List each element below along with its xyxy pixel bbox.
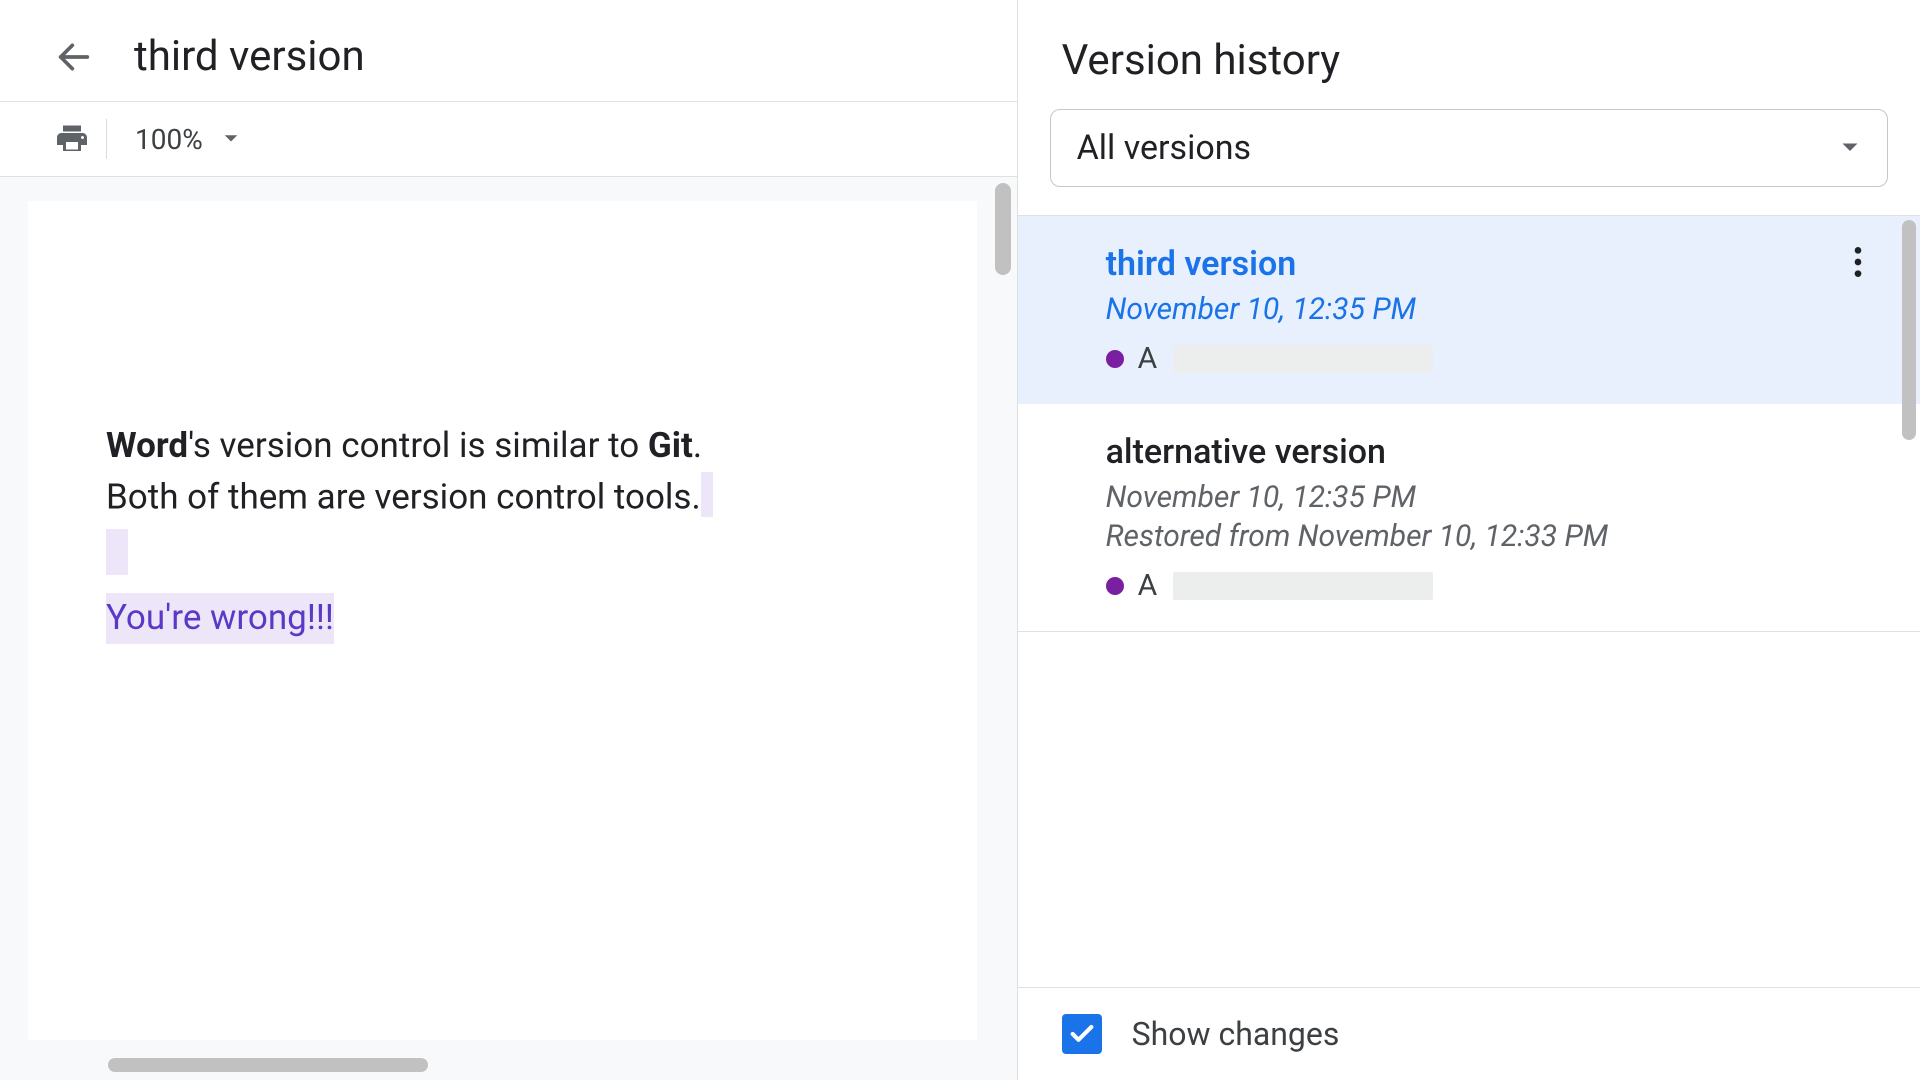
- toolbar-separator: [106, 119, 107, 159]
- version-name: third version: [1106, 244, 1876, 284]
- more-vert-icon: [1854, 247, 1862, 277]
- panel-scrollbar[interactable]: [1902, 220, 1916, 440]
- doc-header: third version: [0, 0, 1017, 101]
- bold-word-2: Git: [648, 425, 693, 466]
- arrow-left-icon: [54, 37, 94, 77]
- added-text: You're wrong!!!: [106, 593, 334, 644]
- document-page[interactable]: Word's version control is similar to Git…: [28, 201, 977, 1040]
- back-button[interactable]: [50, 33, 98, 81]
- selection-line-marker: [106, 529, 128, 575]
- version-name: alternative version: [1106, 432, 1876, 472]
- show-changes-label: Show changes: [1132, 1015, 1340, 1053]
- list-divider: [1018, 631, 1920, 632]
- panel-title: Version history: [1062, 36, 1880, 85]
- author-initial: A: [1138, 341, 1158, 376]
- document-pane: third version 100% Word's version contro…: [0, 0, 1018, 1080]
- version-list: third version November 10, 12:35 PM A al…: [1018, 216, 1920, 987]
- panel-footer: Show changes: [1018, 987, 1920, 1080]
- zoom-value: 100%: [135, 123, 203, 156]
- app-root: third version 100% Word's version contro…: [0, 0, 1920, 1080]
- paragraph-1: Word's version control is similar to Git…: [106, 421, 899, 523]
- show-changes-checkbox[interactable]: [1062, 1014, 1102, 1054]
- author-color-dot: [1106, 577, 1124, 595]
- toolbar: 100%: [0, 101, 1017, 177]
- version-filter-label: All versions: [1077, 128, 1251, 168]
- document-canvas: Word's version control is similar to Git…: [0, 177, 1017, 1080]
- version-item[interactable]: alternative version November 10, 12:35 P…: [1018, 404, 1920, 631]
- version-restored-note: Restored from November 10, 12:33 PM: [1106, 519, 1876, 554]
- author-color-dot: [1106, 350, 1124, 368]
- horizontal-scrollbar-track: [28, 1056, 989, 1074]
- version-filter-dropdown[interactable]: All versions: [1050, 109, 1888, 187]
- version-more-button[interactable]: [1840, 244, 1876, 280]
- version-item-selected[interactable]: third version November 10, 12:35 PM A: [1018, 216, 1920, 404]
- print-button[interactable]: [48, 115, 96, 163]
- horizontal-scrollbar[interactable]: [108, 1058, 428, 1072]
- version-history-panel: Version history All versions third versi…: [1018, 0, 1920, 1080]
- version-date: November 10, 12:35 PM: [1106, 292, 1876, 327]
- bold-word-1: Word: [106, 425, 188, 466]
- zoom-dropdown[interactable]: 100%: [125, 117, 249, 162]
- paragraph-added: You're wrong!!!: [106, 593, 899, 644]
- checkmark-icon: [1068, 1020, 1096, 1048]
- caret-down-icon: [223, 134, 239, 144]
- document-title: third version: [134, 32, 365, 81]
- author-name-redacted: [1173, 345, 1433, 373]
- print-icon: [54, 121, 90, 157]
- vertical-scrollbar[interactable]: [995, 183, 1011, 275]
- caret-down-icon: [1841, 142, 1859, 154]
- panel-header: Version history: [1018, 0, 1920, 109]
- selection-marker: [701, 472, 713, 518]
- author-initial: A: [1138, 568, 1158, 603]
- author-name-redacted: [1173, 572, 1433, 600]
- version-author: A: [1106, 341, 1876, 376]
- version-date: November 10, 12:35 PM: [1106, 480, 1876, 515]
- version-author: A: [1106, 568, 1876, 603]
